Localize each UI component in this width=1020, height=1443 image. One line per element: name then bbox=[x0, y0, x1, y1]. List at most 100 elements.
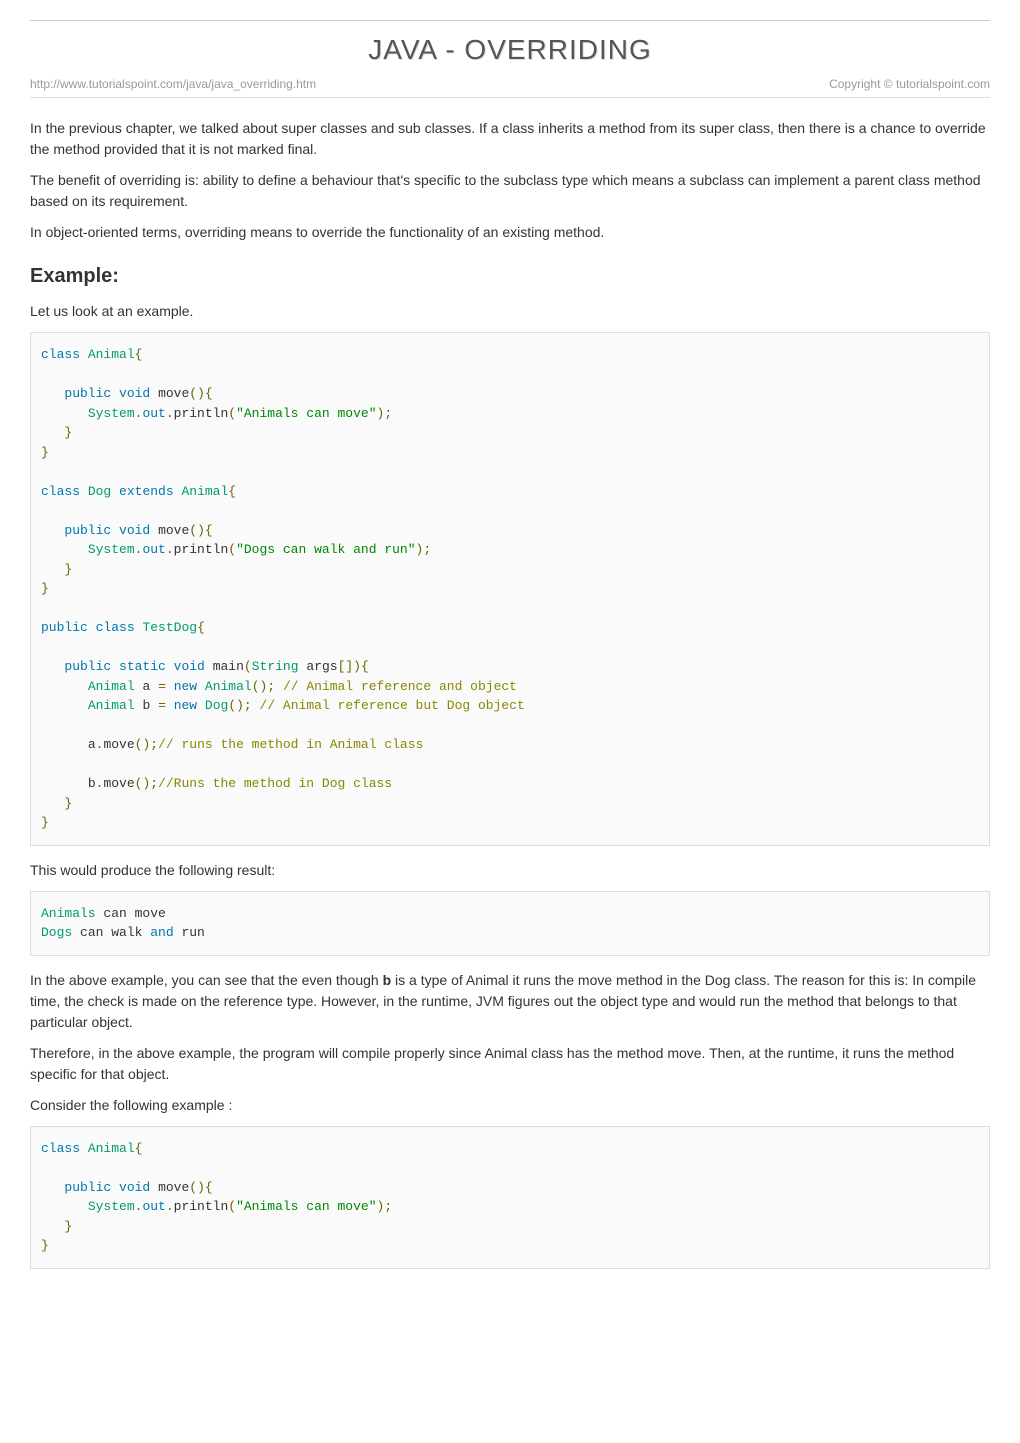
kw-class: class bbox=[41, 484, 80, 499]
page-title: JAVA - OVERRIDING bbox=[30, 20, 990, 71]
cls-system: System bbox=[88, 1199, 135, 1214]
cls-testdog: TestDog bbox=[142, 620, 197, 635]
source-url-link[interactable]: http://www.tutorialspoint.com/java/java_… bbox=[30, 75, 316, 93]
cls-system: System bbox=[88, 406, 135, 421]
kw-public: public bbox=[41, 620, 88, 635]
kw-void: void bbox=[119, 386, 150, 401]
fn-println: println bbox=[174, 406, 229, 421]
kw-class: class bbox=[41, 1141, 80, 1156]
punctuation: ( bbox=[228, 406, 236, 421]
out: out bbox=[142, 406, 165, 421]
str-dogs-walk: "Dogs can walk and run" bbox=[236, 542, 415, 557]
out-text: run bbox=[174, 925, 205, 940]
punctuation: (); bbox=[252, 679, 275, 694]
punctuation: []){ bbox=[338, 659, 369, 674]
consider-paragraph: Consider the following example : bbox=[30, 1095, 990, 1116]
var-a: a bbox=[88, 737, 96, 752]
intro-paragraph-3: In object-oriented terms, overriding mea… bbox=[30, 222, 990, 243]
kw-class: class bbox=[41, 347, 80, 362]
cls-system: System bbox=[88, 542, 135, 557]
fn-move: move bbox=[158, 523, 189, 538]
punctuation: (); bbox=[228, 698, 251, 713]
fn-println: println bbox=[174, 542, 229, 557]
cmt-runs-animal: // runs the method in Animal class bbox=[158, 737, 423, 752]
out-animals: Animals bbox=[41, 906, 96, 921]
punctuation: } bbox=[64, 796, 72, 811]
cls-dog: Dog bbox=[88, 484, 111, 499]
cls-animal: Animal bbox=[88, 347, 135, 362]
punctuation: } bbox=[41, 815, 49, 830]
punctuation: . bbox=[166, 542, 174, 557]
cls-animal: Animal bbox=[88, 1141, 135, 1156]
punctuation: ( bbox=[228, 542, 236, 557]
cmt-dog-ref: // Animal reference but Dog object bbox=[260, 698, 525, 713]
punctuation: (); bbox=[135, 737, 158, 752]
var-b: b bbox=[142, 698, 150, 713]
kw-public: public bbox=[64, 386, 111, 401]
fn-move: move bbox=[158, 386, 189, 401]
kw-extends: extends bbox=[119, 484, 174, 499]
op-eq: = bbox=[158, 698, 166, 713]
punctuation: (); bbox=[135, 776, 158, 791]
copyright-text: Copyright © tutorialspoint.com bbox=[829, 75, 990, 93]
punctuation: } bbox=[41, 445, 49, 460]
out: out bbox=[142, 542, 165, 557]
punctuation: . bbox=[166, 406, 174, 421]
intro-paragraph-2: The benefit of overriding is: ability to… bbox=[30, 170, 990, 212]
output-block-1: Animals can move Dogs can walk and run bbox=[30, 891, 990, 956]
out-text: can walk bbox=[72, 925, 150, 940]
fn-main: main bbox=[213, 659, 244, 674]
punctuation: ); bbox=[416, 542, 432, 557]
cls-dog: Dog bbox=[205, 698, 228, 713]
url-row: http://www.tutorialspoint.com/java/java_… bbox=[30, 75, 990, 98]
punctuation: { bbox=[228, 484, 236, 499]
result-label: This would produce the following result: bbox=[30, 860, 990, 881]
out-and: and bbox=[150, 925, 173, 940]
kw-public: public bbox=[64, 523, 111, 538]
kw-static: static bbox=[119, 659, 166, 674]
explain-paragraph-1: In the above example, you can see that t… bbox=[30, 970, 990, 1033]
kw-class: class bbox=[96, 620, 135, 635]
punctuation: (){ bbox=[189, 386, 212, 401]
punctuation: } bbox=[41, 581, 49, 596]
punctuation: (){ bbox=[189, 523, 212, 538]
op-eq: = bbox=[158, 679, 166, 694]
explain-paragraph-2: Therefore, in the above example, the pro… bbox=[30, 1043, 990, 1085]
explain-1-pre: In the above example, you can see that t… bbox=[30, 972, 383, 988]
example-heading: Example: bbox=[30, 261, 990, 291]
explain-1-bold: b bbox=[383, 972, 392, 988]
kw-new: new bbox=[174, 679, 197, 694]
punctuation: } bbox=[64, 562, 72, 577]
kw-void: void bbox=[174, 659, 205, 674]
punctuation: ( bbox=[244, 659, 252, 674]
out-dogs: Dogs bbox=[41, 925, 72, 940]
example-intro: Let us look at an example. bbox=[30, 301, 990, 322]
punctuation: ); bbox=[377, 406, 393, 421]
cmt-animal-ref: // Animal reference and object bbox=[283, 679, 517, 694]
fn-move: move bbox=[103, 776, 134, 791]
punctuation: { bbox=[197, 620, 205, 635]
punctuation: . bbox=[166, 1199, 174, 1214]
cls-string: String bbox=[252, 659, 299, 674]
cls-animal: Animal bbox=[88, 698, 135, 713]
fn-println: println bbox=[174, 1199, 229, 1214]
kw-void: void bbox=[119, 1180, 150, 1195]
code-block-2: class Animal{ public void move(){ System… bbox=[30, 1126, 990, 1269]
var-b: b bbox=[88, 776, 96, 791]
kw-public: public bbox=[64, 659, 111, 674]
punctuation: } bbox=[64, 425, 72, 440]
punctuation: ); bbox=[377, 1199, 393, 1214]
str-animals-move: "Animals can move" bbox=[236, 1199, 376, 1214]
fn-move: move bbox=[103, 737, 134, 752]
kw-new: new bbox=[174, 698, 197, 713]
intro-paragraph-1: In the previous chapter, we talked about… bbox=[30, 118, 990, 160]
punctuation: } bbox=[64, 1219, 72, 1234]
cmt-runs-dog: //Runs the method in Dog class bbox=[158, 776, 392, 791]
cls-animal: Animal bbox=[181, 484, 228, 499]
punctuation: { bbox=[135, 1141, 143, 1156]
kw-public: public bbox=[64, 1180, 111, 1195]
cls-animal: Animal bbox=[88, 679, 135, 694]
punctuation: } bbox=[41, 1238, 49, 1253]
punctuation: (){ bbox=[189, 1180, 212, 1195]
cls-animal: Animal bbox=[205, 679, 252, 694]
